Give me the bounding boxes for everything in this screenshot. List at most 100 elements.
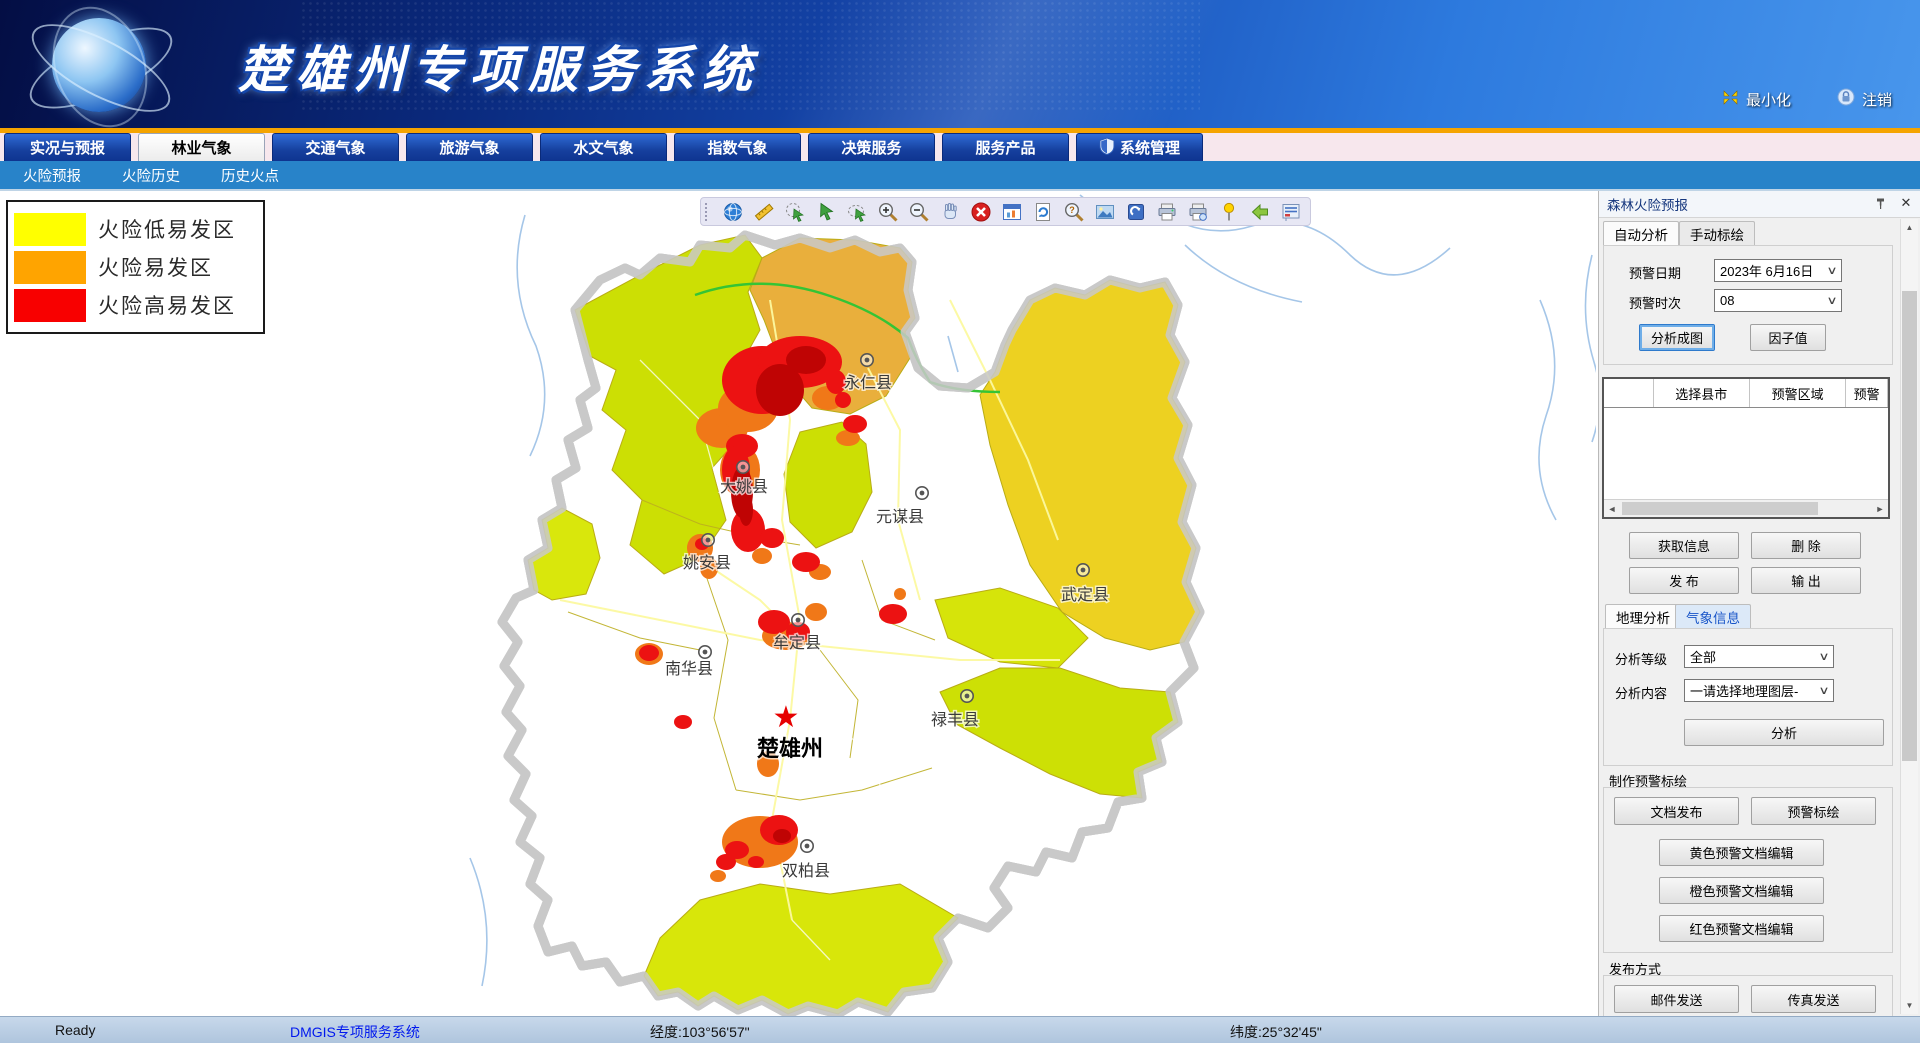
county-label: 姚安县 <box>683 554 731 572</box>
tab-weather-info[interactable]: 气象信息 <box>1675 604 1751 629</box>
capital-star-icon: ★ <box>773 701 800 734</box>
level-combobox[interactable]: 全部∨ <box>1684 645 1834 668</box>
tab-manual-plot[interactable]: 手动标绘 <box>1679 221 1755 246</box>
globe-logo-icon <box>38 6 156 124</box>
scroll-up-icon[interactable]: ▲ <box>1901 219 1918 236</box>
scroll-down-icon[interactable]: ▼ <box>1901 997 1918 1014</box>
yellow-warning-edit-button[interactable]: 黄色预警文档编辑 <box>1659 839 1824 866</box>
legend-swatch <box>14 251 86 284</box>
zoom-out-icon[interactable] <box>908 201 930 223</box>
analyze-map-button[interactable]: 分析成图 <box>1639 324 1715 351</box>
legend-swatch <box>14 213 86 246</box>
main-tab-8[interactable]: 服务产品 <box>942 133 1069 161</box>
table-header-3[interactable]: 预警区域 <box>1750 379 1846 407</box>
delete-button[interactable]: 删 除 <box>1751 532 1861 559</box>
tab-label: 交通气象 <box>305 137 365 158</box>
export-button[interactable]: 输 出 <box>1751 567 1861 594</box>
stop-icon[interactable] <box>970 201 992 223</box>
layers-icon[interactable] <box>1125 201 1147 223</box>
email-send-button[interactable]: 邮件发送 <box>1614 985 1739 1013</box>
status-system-link[interactable]: DMGIS专项服务系统 <box>290 1022 420 1042</box>
app-window: 楚雄州专项服务系统 最小化 注销 实况与预报林业气象交通气象旅游气象水文气象指数… <box>0 0 1920 1043</box>
county-label: 永仁县 <box>844 374 892 392</box>
warning-plot-button[interactable]: 预警标绘 <box>1751 797 1876 825</box>
tab-label: 指数气象 <box>707 137 767 158</box>
main-tab-3[interactable]: 交通气象 <box>272 133 399 161</box>
status-bar: Ready DMGIS专项服务系统 经度:103°56'57" 纬度:25°32… <box>0 1016 1920 1043</box>
county-label: 武定县 <box>1061 586 1109 604</box>
panel-titlebar: 森林火险预报 ✕ <box>1599 191 1920 218</box>
time-combobox[interactable]: 08∨ <box>1714 289 1842 312</box>
get-info-button[interactable]: 获取信息 <box>1629 532 1739 559</box>
county-seat-marker <box>699 646 711 658</box>
chevron-down-icon: ∨ <box>1818 650 1829 663</box>
minimize-button[interactable]: 最小化 <box>1722 88 1791 110</box>
select-arrow-icon[interactable] <box>815 201 837 223</box>
chevron-down-icon: ∨ <box>1818 684 1829 697</box>
legend-label: 火险高易发区 <box>98 290 236 320</box>
county-seat-marker <box>801 840 813 852</box>
county-label: 双柏县 <box>782 862 830 880</box>
pin-icon[interactable] <box>1872 195 1888 211</box>
main-tab-5[interactable]: 水文气象 <box>540 133 667 161</box>
full-extent-icon[interactable] <box>1001 201 1023 223</box>
table-hscrollbar[interactable]: ◄ ► <box>1604 499 1888 517</box>
legend-swatch <box>14 289 86 322</box>
date-combobox[interactable]: 2023年 6月16日∨ <box>1714 259 1842 282</box>
subnav-item-3[interactable]: 历史火点 <box>221 165 279 186</box>
table-header-1[interactable] <box>1604 379 1654 407</box>
tab-auto-analysis[interactable]: 自动分析 <box>1603 221 1679 246</box>
refresh-icon[interactable] <box>1032 201 1054 223</box>
measure-icon[interactable] <box>753 201 775 223</box>
image-export-icon[interactable] <box>1094 201 1116 223</box>
subnav-item-2[interactable]: 火险历史 <box>122 165 180 186</box>
svg-text:?: ? <box>1069 205 1075 215</box>
subnav-item-1[interactable]: 火险预报 <box>23 165 81 186</box>
main-tab-9[interactable]: 系统管理 <box>1076 133 1203 161</box>
scroll-right-icon[interactable]: ► <box>1872 501 1888 517</box>
main-tab-6[interactable]: 指数气象 <box>674 133 801 161</box>
select-lasso-icon[interactable] <box>846 201 868 223</box>
legend-row: 火险易发区 <box>14 248 257 286</box>
status-latitude: 纬度:25°32'45" <box>1230 1022 1322 1042</box>
zoom-in-icon[interactable] <box>877 201 899 223</box>
table-header-2[interactable]: 选择县市 <box>1654 379 1750 407</box>
warning-table[interactable]: 选择县市预警区域预警 ◄ ► <box>1602 377 1890 519</box>
identify-icon[interactable]: ? <box>1063 201 1085 223</box>
content-combobox[interactable]: 一请选择地理图层-∨ <box>1684 679 1834 702</box>
toolbar-grip[interactable] <box>705 203 711 221</box>
main-tab-4[interactable]: 旅游气象 <box>406 133 533 161</box>
logout-button[interactable]: 注销 <box>1837 88 1892 110</box>
map-legend: 火险低易发区火险易发区火险高易发区 <box>6 200 265 334</box>
map-canvas[interactable]: 永仁县大姚县元谋县姚安县武定县牟定县南华县禄丰县双柏县★楚雄州 火险低易发区火险… <box>0 191 1596 1016</box>
fax-send-button[interactable]: 传真发送 <box>1751 985 1876 1013</box>
main-tab-1[interactable]: 实况与预报 <box>4 133 131 161</box>
doc-publish-button[interactable]: 文档发布 <box>1614 797 1739 825</box>
scroll-left-icon[interactable]: ◄ <box>1604 501 1620 517</box>
locate-pin-icon[interactable] <box>1218 201 1240 223</box>
legend-flag-icon[interactable] <box>1280 201 1302 223</box>
county-seat-marker <box>861 354 873 366</box>
print-preview-icon[interactable] <box>1187 201 1209 223</box>
publish-button[interactable]: 发 布 <box>1629 567 1739 594</box>
close-icon[interactable]: ✕ <box>1898 195 1914 211</box>
county-seat-marker <box>916 487 928 499</box>
print-icon[interactable] <box>1156 201 1178 223</box>
tab-label: 实况与预报 <box>30 137 105 158</box>
hscroll-thumb[interactable] <box>1622 502 1818 515</box>
vscroll-thumb[interactable] <box>1902 291 1917 761</box>
status-longitude: 经度:103°56'57" <box>650 1022 750 1042</box>
select-area-icon[interactable] <box>784 201 806 223</box>
orange-warning-edit-button[interactable]: 橙色预警文档编辑 <box>1659 877 1824 904</box>
factor-value-button[interactable]: 因子值 <box>1750 324 1826 351</box>
tab-geo-analysis[interactable]: 地理分析 <box>1605 604 1681 629</box>
main-tab-7[interactable]: 决策服务 <box>808 133 935 161</box>
main-tab-2[interactable]: 林业气象 <box>138 133 265 161</box>
geo-analyze-button[interactable]: 分析 <box>1684 719 1884 746</box>
globe-icon[interactable] <box>722 201 744 223</box>
back-icon[interactable] <box>1249 201 1271 223</box>
table-header-4[interactable]: 预警 <box>1846 379 1888 407</box>
red-warning-edit-button[interactable]: 红色预警文档编辑 <box>1659 915 1824 942</box>
panel-vscrollbar[interactable]: ▲ ▼ <box>1900 219 1918 1014</box>
pan-icon[interactable] <box>939 201 961 223</box>
